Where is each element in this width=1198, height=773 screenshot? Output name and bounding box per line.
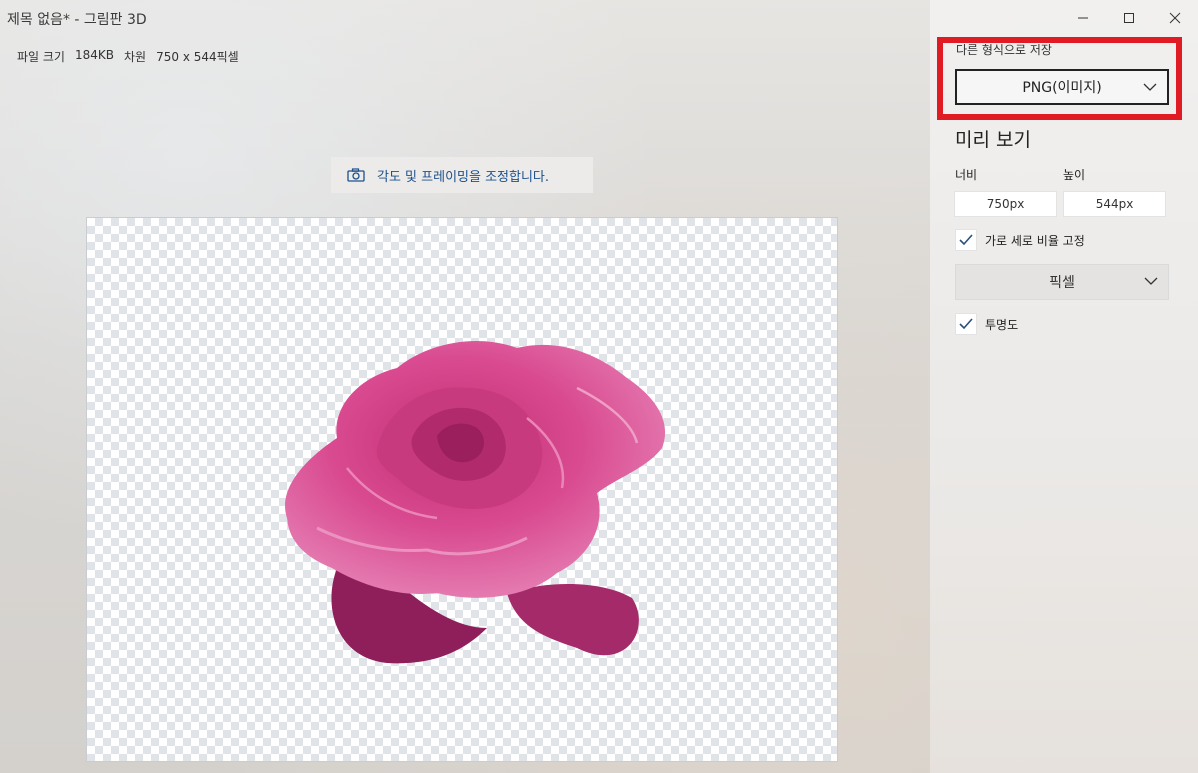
rose-image bbox=[285, 340, 666, 664]
height-label: 높이 bbox=[1063, 168, 1086, 182]
unit-dropdown[interactable]: 픽셀 bbox=[955, 264, 1169, 300]
minimize-icon bbox=[1078, 17, 1088, 19]
unit-value: 픽셀 bbox=[1049, 275, 1075, 291]
preview-title: 미리 보기 bbox=[955, 129, 1031, 151]
chevron-down-icon bbox=[1144, 277, 1158, 285]
width-label: 너비 bbox=[955, 168, 978, 182]
transparency-label: 투명도 bbox=[985, 318, 1019, 332]
height-input[interactable] bbox=[1063, 191, 1166, 217]
image-canvas[interactable] bbox=[86, 217, 838, 762]
lock-ratio-label: 가로 세로 비율 고정 bbox=[985, 234, 1085, 248]
transparency-checkbox[interactable] bbox=[955, 313, 977, 335]
close-icon bbox=[1169, 12, 1181, 24]
file-size-value: 184KB bbox=[74, 48, 114, 62]
save-as-panel bbox=[930, 0, 1198, 773]
maximize-button[interactable] bbox=[1106, 0, 1152, 36]
close-button[interactable] bbox=[1152, 0, 1198, 36]
window-controls bbox=[1060, 0, 1198, 36]
file-info-bar: 파일 크기 184KB 차원 750 x 544픽셀 bbox=[17, 48, 239, 65]
lock-ratio-checkbox[interactable] bbox=[955, 229, 977, 251]
dimension-value: 750 x 544픽셀 bbox=[156, 50, 239, 64]
adjust-framing-button[interactable]: 각도 및 프레이밍을 조정합니다. bbox=[331, 157, 593, 193]
window-title: 제목 없음* - 그림판 3D bbox=[7, 12, 147, 28]
adjust-framing-label: 각도 및 프레이밍을 조정합니다. bbox=[377, 169, 550, 185]
checkmark-icon bbox=[959, 318, 973, 330]
format-dropdown[interactable]: PNG(이미지) bbox=[955, 69, 1169, 105]
chevron-down-icon bbox=[1143, 83, 1157, 91]
checkmark-icon bbox=[959, 234, 973, 246]
camera-icon bbox=[347, 168, 365, 182]
dimension-label: 차원 bbox=[124, 50, 147, 64]
format-value: PNG(이미지) bbox=[1022, 80, 1102, 96]
file-size-label: 파일 크기 bbox=[17, 50, 65, 64]
minimize-button[interactable] bbox=[1060, 0, 1106, 36]
maximize-icon bbox=[1124, 13, 1134, 23]
width-input[interactable] bbox=[954, 191, 1057, 217]
